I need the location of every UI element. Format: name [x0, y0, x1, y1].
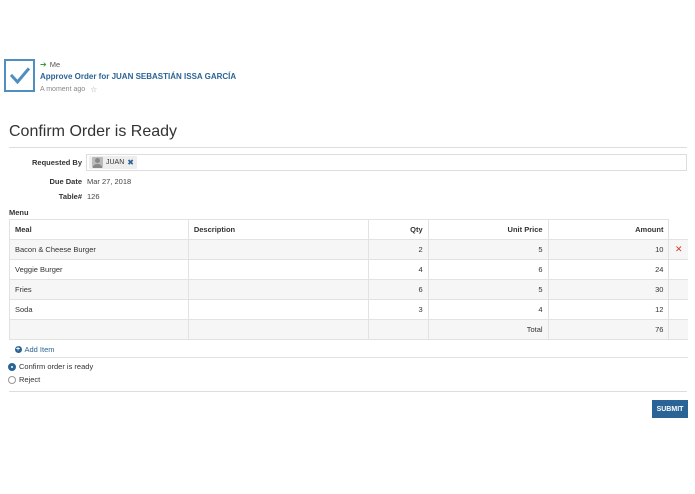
total-empty-cell — [668, 319, 688, 340]
total-empty-cell — [367, 319, 429, 340]
table-number-value: 126 — [87, 192, 100, 201]
amount-cell: 30 — [547, 279, 670, 300]
task-title-link[interactable]: Approve Order for JUAN SEBASTIÁN ISSA GA… — [40, 72, 236, 81]
add-item-button[interactable]: + Add Item — [14, 344, 55, 354]
column-header-qty: Qty — [367, 219, 429, 240]
activity-meta: ➔ Me Approve Order for JUAN SEBASTIÁN IS… — [40, 60, 236, 94]
column-header-actions — [668, 219, 688, 240]
qty-cell[interactable]: 4 — [367, 259, 429, 280]
delete-row-cell — [668, 259, 688, 280]
requested-by-input[interactable]: JUAN ✖ — [86, 154, 687, 171]
table-row: Fries 6 5 30 — [9, 279, 688, 300]
add-item-cell: + Add Item — [9, 339, 688, 358]
total-value: 76 — [547, 319, 670, 340]
total-label: Total — [427, 319, 549, 340]
meal-cell[interactable]: Soda — [9, 299, 189, 320]
avatar — [92, 157, 103, 168]
column-header-meal: Meal — [9, 219, 189, 240]
qty-cell[interactable]: 6 — [367, 279, 429, 300]
menu-section-label: Menu — [9, 208, 29, 217]
column-header-description: Description — [187, 219, 369, 240]
due-date-label: Due Date — [49, 177, 82, 186]
check-icon — [9, 66, 30, 84]
total-empty-cell — [187, 319, 369, 340]
plus-circle-icon: + — [14, 345, 22, 353]
task-check-icon — [4, 59, 35, 92]
meal-cell[interactable]: Fries — [9, 279, 189, 300]
radio-confirm-ready[interactable]: Confirm order is ready — [8, 362, 93, 371]
amount-cell: 10 — [547, 239, 670, 260]
table-row: Bacon & Cheese Burger 2 5 10 ✕ — [9, 239, 688, 260]
requested-by-label: Requested By — [31, 158, 82, 167]
description-cell[interactable] — [187, 299, 369, 320]
time-line: A moment ago ☆ — [40, 85, 236, 94]
user-chip: JUAN ✖ — [89, 156, 137, 169]
from-user: Me — [49, 60, 61, 69]
radio-reject[interactable]: Reject — [8, 375, 40, 384]
radio-button[interactable] — [8, 375, 16, 384]
from-line: ➔ Me — [40, 60, 236, 69]
submit-button[interactable]: SUBMIT — [652, 400, 688, 418]
column-header-unit-price: Unit Price — [427, 219, 549, 240]
total-empty-cell — [9, 319, 189, 340]
meal-cell[interactable]: Veggie Burger — [9, 259, 189, 280]
timestamp: A moment ago — [40, 86, 86, 93]
delete-row-icon[interactable]: ✕ — [675, 244, 683, 254]
qty-cell[interactable]: 2 — [367, 239, 429, 260]
qty-cell[interactable]: 3 — [367, 299, 429, 320]
total-row: Total 76 — [9, 319, 688, 340]
due-date-value: Mar 27, 2018 — [87, 177, 132, 186]
user-chip-name: JUAN — [106, 159, 125, 166]
radio-label: Reject — [19, 375, 41, 384]
delete-row-cell: ✕ — [668, 239, 688, 260]
table-number-label: Table# — [58, 192, 82, 201]
menu-table: Meal Description Qty Unit Price Amount B… — [9, 219, 688, 358]
radio-label: Confirm order is ready — [19, 362, 94, 371]
column-header-amount: Amount — [547, 219, 670, 240]
description-cell[interactable] — [187, 279, 369, 300]
table-header-row: Meal Description Qty Unit Price Amount — [9, 219, 688, 240]
amount-cell: 24 — [547, 259, 670, 280]
table-row: Soda 3 4 12 — [9, 299, 688, 320]
divider — [9, 391, 687, 392]
remove-user-icon[interactable]: ✖ — [127, 158, 134, 167]
delete-row-cell — [668, 279, 688, 300]
unit-price-cell[interactable]: 5 — [427, 239, 549, 260]
table-row: Veggie Burger 4 6 24 — [9, 259, 688, 280]
unit-price-cell[interactable]: 5 — [427, 279, 549, 300]
unit-price-cell[interactable]: 6 — [427, 259, 549, 280]
amount-cell: 12 — [547, 299, 670, 320]
page-title: Confirm Order is Ready — [9, 123, 178, 140]
add-item-label: Add Item — [24, 344, 55, 354]
add-item-row: + Add Item — [9, 339, 688, 358]
unit-price-cell[interactable]: 4 — [427, 299, 549, 320]
radio-button-checked[interactable] — [8, 362, 16, 371]
description-cell[interactable] — [187, 259, 369, 280]
divider — [9, 147, 687, 148]
arrow-right-icon: ➔ — [40, 59, 47, 69]
star-icon[interactable]: ☆ — [90, 85, 97, 94]
meal-cell[interactable]: Bacon & Cheese Burger — [9, 239, 189, 260]
delete-row-cell — [668, 299, 688, 320]
description-cell[interactable] — [187, 239, 369, 260]
